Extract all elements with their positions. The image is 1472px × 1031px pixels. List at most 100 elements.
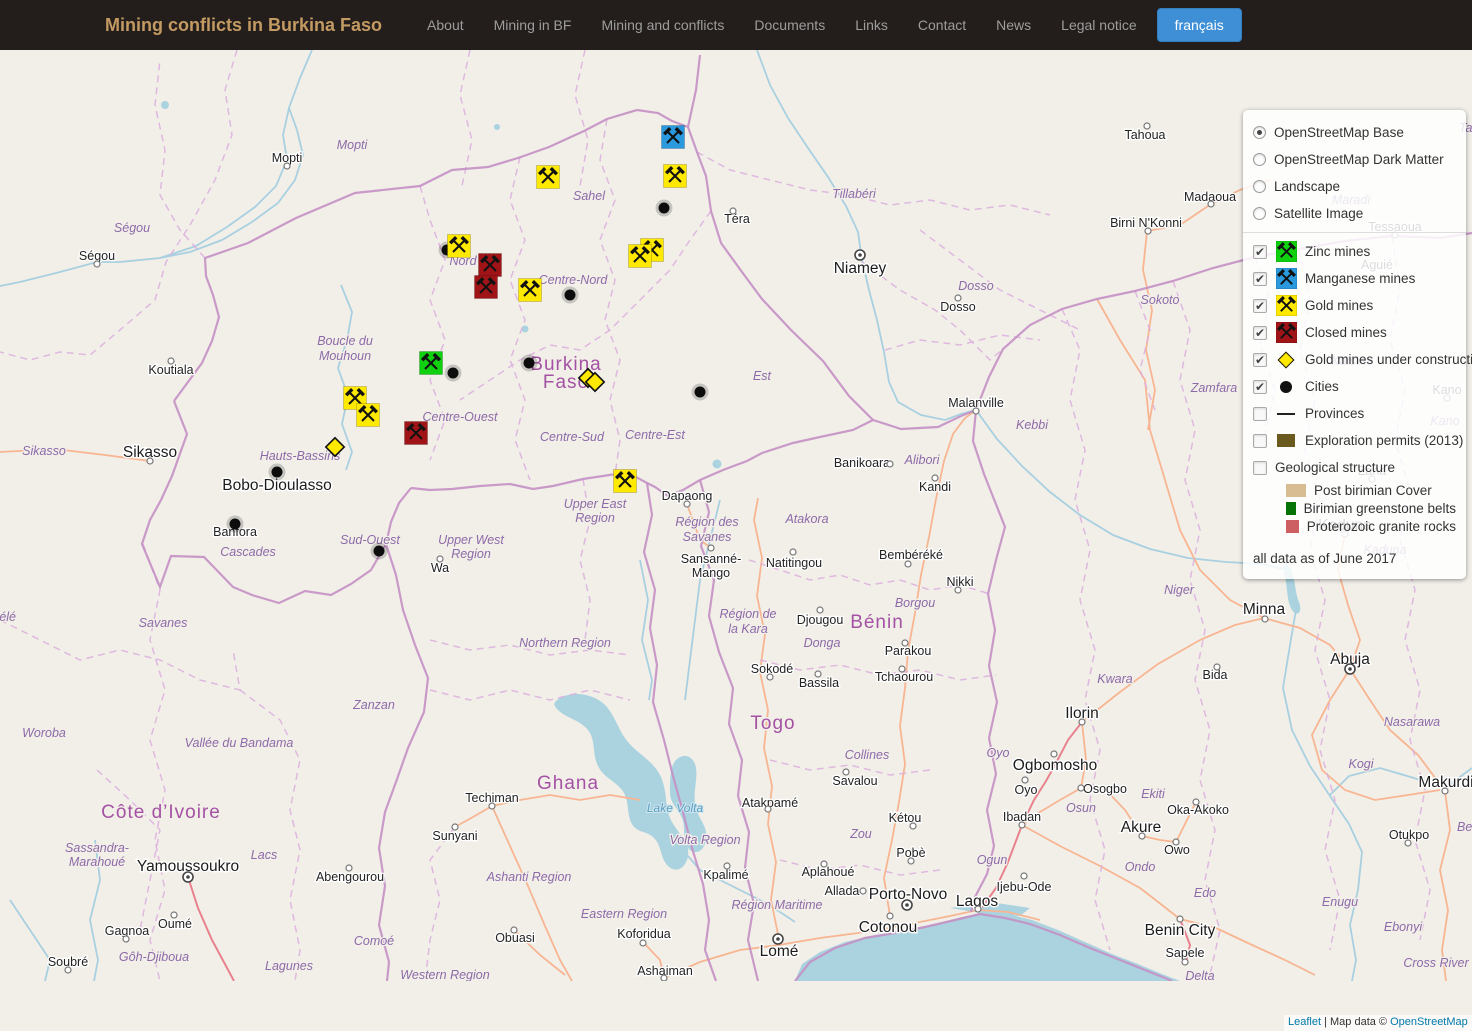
town-dot	[1442, 788, 1448, 794]
nav-item-mining-in-bf[interactable]: Mining in BF	[479, 2, 587, 48]
mine-marker-manganese[interactable]	[662, 126, 685, 149]
town-dot	[843, 769, 849, 775]
town-dot	[908, 858, 914, 864]
nav-item-contact[interactable]: Contact	[903, 2, 981, 48]
map-label-city: Savalou	[832, 774, 877, 788]
mine-marker-gold[interactable]	[629, 245, 652, 268]
city-dot-marker[interactable]	[659, 203, 670, 214]
nav-item-documents[interactable]: Documents	[739, 2, 840, 48]
mine-marker-zinc[interactable]	[420, 352, 443, 375]
mine-marker-gold[interactable]	[357, 404, 380, 427]
map-label-country: Ghana	[537, 773, 599, 794]
town-dot	[123, 936, 129, 942]
map-label-citybig: Minna	[1243, 601, 1286, 618]
mine-marker-gold[interactable]	[614, 470, 637, 493]
overlay-option[interactable]: ✔Manganese mines	[1253, 265, 1456, 292]
town-dot	[1022, 777, 1028, 783]
radio-button-selected[interactable]	[1253, 126, 1266, 139]
map-label-region: Sahel	[573, 189, 606, 203]
city-dot-marker[interactable]	[565, 290, 576, 301]
overlay-option[interactable]: Provinces	[1253, 400, 1456, 427]
overlay-option[interactable]: ✔Zinc mines	[1253, 238, 1456, 265]
nav-item-news[interactable]: News	[981, 2, 1046, 48]
overlay-option[interactable]: ✔Gold mines	[1253, 292, 1456, 319]
town-dot	[1405, 840, 1411, 846]
map-label-citybig: Niamey	[834, 260, 887, 277]
base-layer-option[interactable]: Satellite Image	[1253, 200, 1456, 227]
leaflet-link[interactable]: Leaflet	[1288, 1016, 1321, 1028]
radio-button[interactable]	[1253, 180, 1266, 193]
swatch-icon	[1286, 520, 1299, 533]
map-label-region: Upper West	[438, 533, 504, 547]
mine-marker-gold[interactable]	[448, 235, 471, 258]
map-label-city: Tahoua	[1124, 128, 1165, 142]
city-dot-marker[interactable]	[695, 387, 706, 398]
overlay-label: Closed mines	[1305, 325, 1387, 340]
town-dot	[860, 888, 866, 894]
radio-button[interactable]	[1253, 153, 1266, 166]
checkbox-checked[interactable]: ✔	[1253, 380, 1267, 394]
mine-marker-closed[interactable]	[405, 422, 428, 445]
base-layer-option[interactable]: OpenStreetMap Dark Matter	[1253, 146, 1456, 173]
map-label-region: Kebbi	[1016, 418, 1049, 432]
base-layer-option[interactable]: OpenStreetMap Base	[1253, 119, 1456, 146]
town-dot	[932, 475, 938, 481]
base-layer-option[interactable]: Landscape	[1253, 173, 1456, 200]
town-dot	[1262, 616, 1268, 622]
nav-item-links[interactable]: Links	[840, 2, 903, 48]
osm-link[interactable]: OpenStreetMap	[1390, 1016, 1468, 1028]
map-label-region: Gôh-Djiboua	[119, 950, 189, 964]
overlay-option[interactable]: ✔Cities	[1253, 373, 1456, 400]
map-label-city: Kpalimé	[703, 868, 748, 882]
checkbox-checked[interactable]: ✔	[1253, 326, 1267, 340]
overlay-option[interactable]: Exploration permits (2013)	[1253, 427, 1456, 454]
swatch-icon	[1286, 502, 1296, 515]
nav-item-about[interactable]: About	[412, 2, 479, 48]
checkbox-unchecked[interactable]	[1253, 461, 1267, 475]
overlay-option[interactable]: Geological structure	[1253, 454, 1456, 481]
overlay-option[interactable]: ✔Gold mines under construction	[1253, 346, 1456, 373]
checkbox-checked[interactable]: ✔	[1253, 272, 1267, 286]
checkbox-unchecked[interactable]	[1253, 434, 1267, 448]
mine-marker-gold[interactable]	[537, 166, 560, 189]
map-label-country: Côte d’Ivoire	[101, 802, 221, 823]
city-dot-marker[interactable]	[374, 546, 385, 557]
map-label-region: Comoé	[354, 934, 394, 948]
city-dot-marker[interactable]	[230, 519, 241, 530]
nav-item-legal-notice[interactable]: Legal notice	[1046, 2, 1152, 48]
town-dot	[511, 927, 517, 933]
map-label-region: Mopti	[337, 138, 369, 152]
nav-item-mining-and-conflicts[interactable]: Mining and conflicts	[586, 2, 739, 48]
checkbox-checked[interactable]: ✔	[1253, 353, 1267, 367]
map-label-region: Lacs	[251, 848, 277, 862]
mine-marker-closed[interactable]	[475, 276, 498, 299]
map-label-region: Savanes	[683, 530, 732, 544]
radio-button[interactable]	[1253, 207, 1266, 220]
city-dot-marker[interactable]	[448, 368, 459, 379]
map-label-country: Bénin	[850, 612, 904, 633]
map-label-region: Niger	[1164, 583, 1195, 597]
checkbox-checked[interactable]: ✔	[1253, 299, 1267, 313]
map-label-region: Ekiti	[1141, 787, 1166, 801]
town-dot	[790, 549, 796, 555]
checkbox-checked[interactable]: ✔	[1253, 245, 1267, 259]
overlay-option[interactable]: ✔ Closed mines	[1253, 319, 1456, 346]
map-label-city: Osogbo	[1083, 782, 1127, 796]
base-layer-label: Landscape	[1274, 179, 1340, 194]
mine-marker-gold[interactable]	[519, 279, 542, 302]
city-dot-marker[interactable]	[272, 467, 283, 478]
mine-marker-gold[interactable]	[664, 165, 687, 188]
mine-legend-icon	[1275, 268, 1297, 289]
map[interactable]: BurkinaFasoGhanaTogoBéninCôte d’IvoireMo…	[0, 50, 1472, 981]
language-button[interactable]: français	[1157, 8, 1242, 42]
map-label-region: Centre-Sud	[540, 430, 605, 444]
town-dot	[1139, 833, 1145, 839]
map-label-region: Zou	[849, 827, 872, 841]
geology-legend-label: Post birimian Cover	[1314, 483, 1432, 498]
checkbox-unchecked[interactable]	[1253, 407, 1267, 421]
city-dot-marker[interactable]	[524, 358, 535, 369]
town-dot	[973, 408, 979, 414]
overlay-label: Exploration permits (2013)	[1305, 433, 1463, 448]
town-dot	[708, 545, 714, 551]
mine-marker-closed[interactable]	[479, 254, 502, 277]
